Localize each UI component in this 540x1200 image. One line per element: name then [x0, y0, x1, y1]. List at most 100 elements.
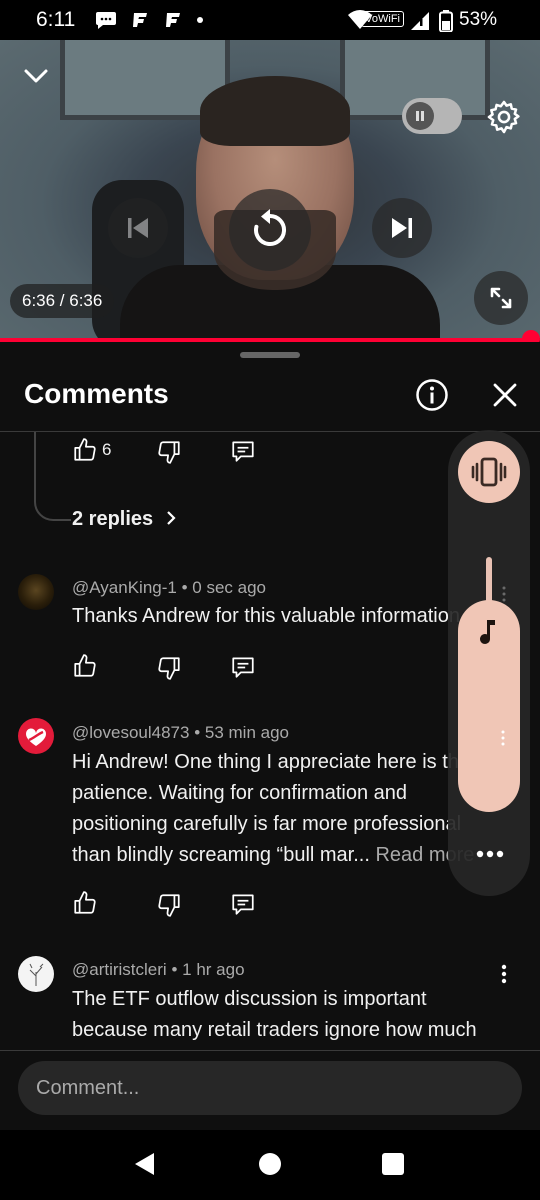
reply-button[interactable]: [230, 654, 256, 685]
tree-sketch-icon: [18, 956, 54, 992]
collapse-button[interactable]: [20, 60, 52, 92]
avatar[interactable]: [18, 956, 54, 992]
f-icon: [130, 10, 150, 30]
comment-time: 1 hr ago: [182, 960, 244, 979]
like-count: 6: [102, 440, 111, 460]
drag-handle[interactable]: [240, 352, 300, 358]
previous-button[interactable]: [108, 198, 168, 258]
pause-icon: [413, 109, 427, 123]
comment-text: Thanks Andrew for this valuable informat…: [72, 601, 460, 632]
meta-separator: •: [182, 578, 188, 597]
meta-separator: •: [171, 960, 177, 979]
skip-next-icon: [387, 213, 417, 243]
reply-button[interactable]: [230, 891, 256, 922]
replies-label: 2 replies: [72, 508, 153, 530]
like-button[interactable]: 6: [72, 437, 111, 463]
thread-line: [33, 432, 73, 524]
reply-icon: [230, 654, 256, 680]
thumbs-up-icon: [72, 653, 98, 679]
comment-menu-button[interactable]: [494, 962, 514, 991]
heart-logo-icon: [18, 718, 54, 754]
comment-text: Hi Andrew! One thing I appreciate here i…: [72, 747, 474, 871]
battery-icon: [439, 10, 453, 32]
f-icon: [163, 10, 183, 30]
status-bar: 6:11 VoWiFi 53%: [0, 0, 540, 40]
comment-line: than blindly screaming “bull mar... Read…: [72, 840, 474, 871]
recents-icon[interactable]: [381, 1152, 405, 1176]
signal-icon: [410, 11, 430, 31]
info-icon: [415, 378, 449, 412]
battery-percent: 53%: [459, 9, 497, 31]
reply-button[interactable]: [230, 438, 256, 469]
status-time: 6:11: [36, 8, 75, 32]
comments-title: Comments: [24, 378, 169, 410]
comment-line: patience. Waiting for confirmation and: [72, 778, 474, 809]
reply-icon: [230, 891, 256, 917]
music-note-icon: [478, 618, 500, 646]
comment-text: The ETF outflow discussion is important …: [72, 984, 477, 1046]
skip-previous-icon: [123, 213, 153, 243]
meta-separator: •: [194, 723, 200, 742]
comment-line: Hi Andrew! One thing I appreciate here i…: [72, 747, 474, 778]
comment-line: because many retail traders ignore how m…: [72, 1015, 477, 1046]
comment-meta: @AyanKing-1 • 0 sec ago: [72, 578, 266, 598]
presenter-hair: [200, 76, 350, 146]
ringer-mode-button[interactable]: [458, 441, 520, 503]
comment-line-text: than blindly screaming “bull mar...: [72, 844, 370, 866]
comment-meta: @lovesoul4873 • 53 min ago: [72, 723, 289, 743]
slider-dots-icon: [497, 728, 509, 748]
vibrate-icon: [458, 441, 520, 503]
dislike-button[interactable]: [156, 892, 182, 923]
dislike-button[interactable]: [156, 655, 182, 686]
video-player[interactable]: 6:36 / 6:36: [0, 40, 540, 338]
fullscreen-button[interactable]: [474, 271, 528, 325]
chevron-right-icon: [163, 510, 179, 526]
info-button[interactable]: [415, 378, 449, 412]
more-horiz-icon: [474, 843, 506, 865]
comment-meta: @artiristcleri • 1 hr ago: [72, 960, 245, 980]
input-divider: [0, 1050, 540, 1051]
home-icon[interactable]: [258, 1152, 282, 1176]
comment-input[interactable]: [18, 1061, 522, 1115]
fullscreen-icon: [486, 283, 516, 313]
close-icon: [488, 378, 522, 412]
comment-input-box[interactable]: [18, 1061, 522, 1115]
settings-button[interactable]: [485, 98, 523, 136]
comment-time: 53 min ago: [205, 723, 289, 742]
dislike-button[interactable]: [156, 439, 182, 470]
comment-author[interactable]: @artiristcleri: [72, 960, 167, 979]
next-button[interactable]: [372, 198, 432, 258]
thumbs-up-icon: [72, 890, 98, 916]
navigation-bar: [0, 1130, 540, 1200]
comment-author[interactable]: @lovesoul4873: [72, 723, 189, 742]
dot-icon: [195, 10, 205, 30]
like-button[interactable]: [72, 653, 98, 684]
notification-icons: [94, 10, 205, 30]
replay-icon: [246, 206, 294, 254]
thumbs-up-icon: [72, 437, 98, 463]
avatar[interactable]: [18, 718, 54, 754]
chat-bubble-icon: [94, 10, 118, 30]
chevron-down-icon: [20, 60, 52, 92]
video-timecode: 6:36 / 6:36: [10, 284, 114, 318]
replay-button[interactable]: [229, 189, 311, 271]
media-volume-slider[interactable]: [458, 600, 520, 812]
autoplay-toggle[interactable]: [402, 98, 462, 134]
comment-line: positioning carefully is far more profes…: [72, 809, 474, 840]
like-button[interactable]: [72, 890, 98, 921]
back-icon[interactable]: [132, 1151, 158, 1177]
avatar[interactable]: [18, 574, 54, 610]
vowifi-badge: VoWiFi: [361, 11, 404, 27]
reply-icon: [230, 438, 256, 464]
close-button[interactable]: [488, 378, 522, 412]
autoplay-knob: [406, 102, 434, 130]
replies-link[interactable]: 2 replies: [72, 508, 179, 531]
thumbs-down-icon: [156, 655, 182, 681]
gear-icon: [485, 98, 523, 136]
thumbs-down-icon: [156, 892, 182, 918]
comment-author[interactable]: @AyanKing-1: [72, 578, 177, 597]
comment-time: 0 sec ago: [192, 578, 266, 597]
thumbs-down-icon: [156, 439, 182, 465]
volume-settings-button[interactable]: [474, 843, 506, 870]
more-vert-icon: [494, 962, 514, 986]
